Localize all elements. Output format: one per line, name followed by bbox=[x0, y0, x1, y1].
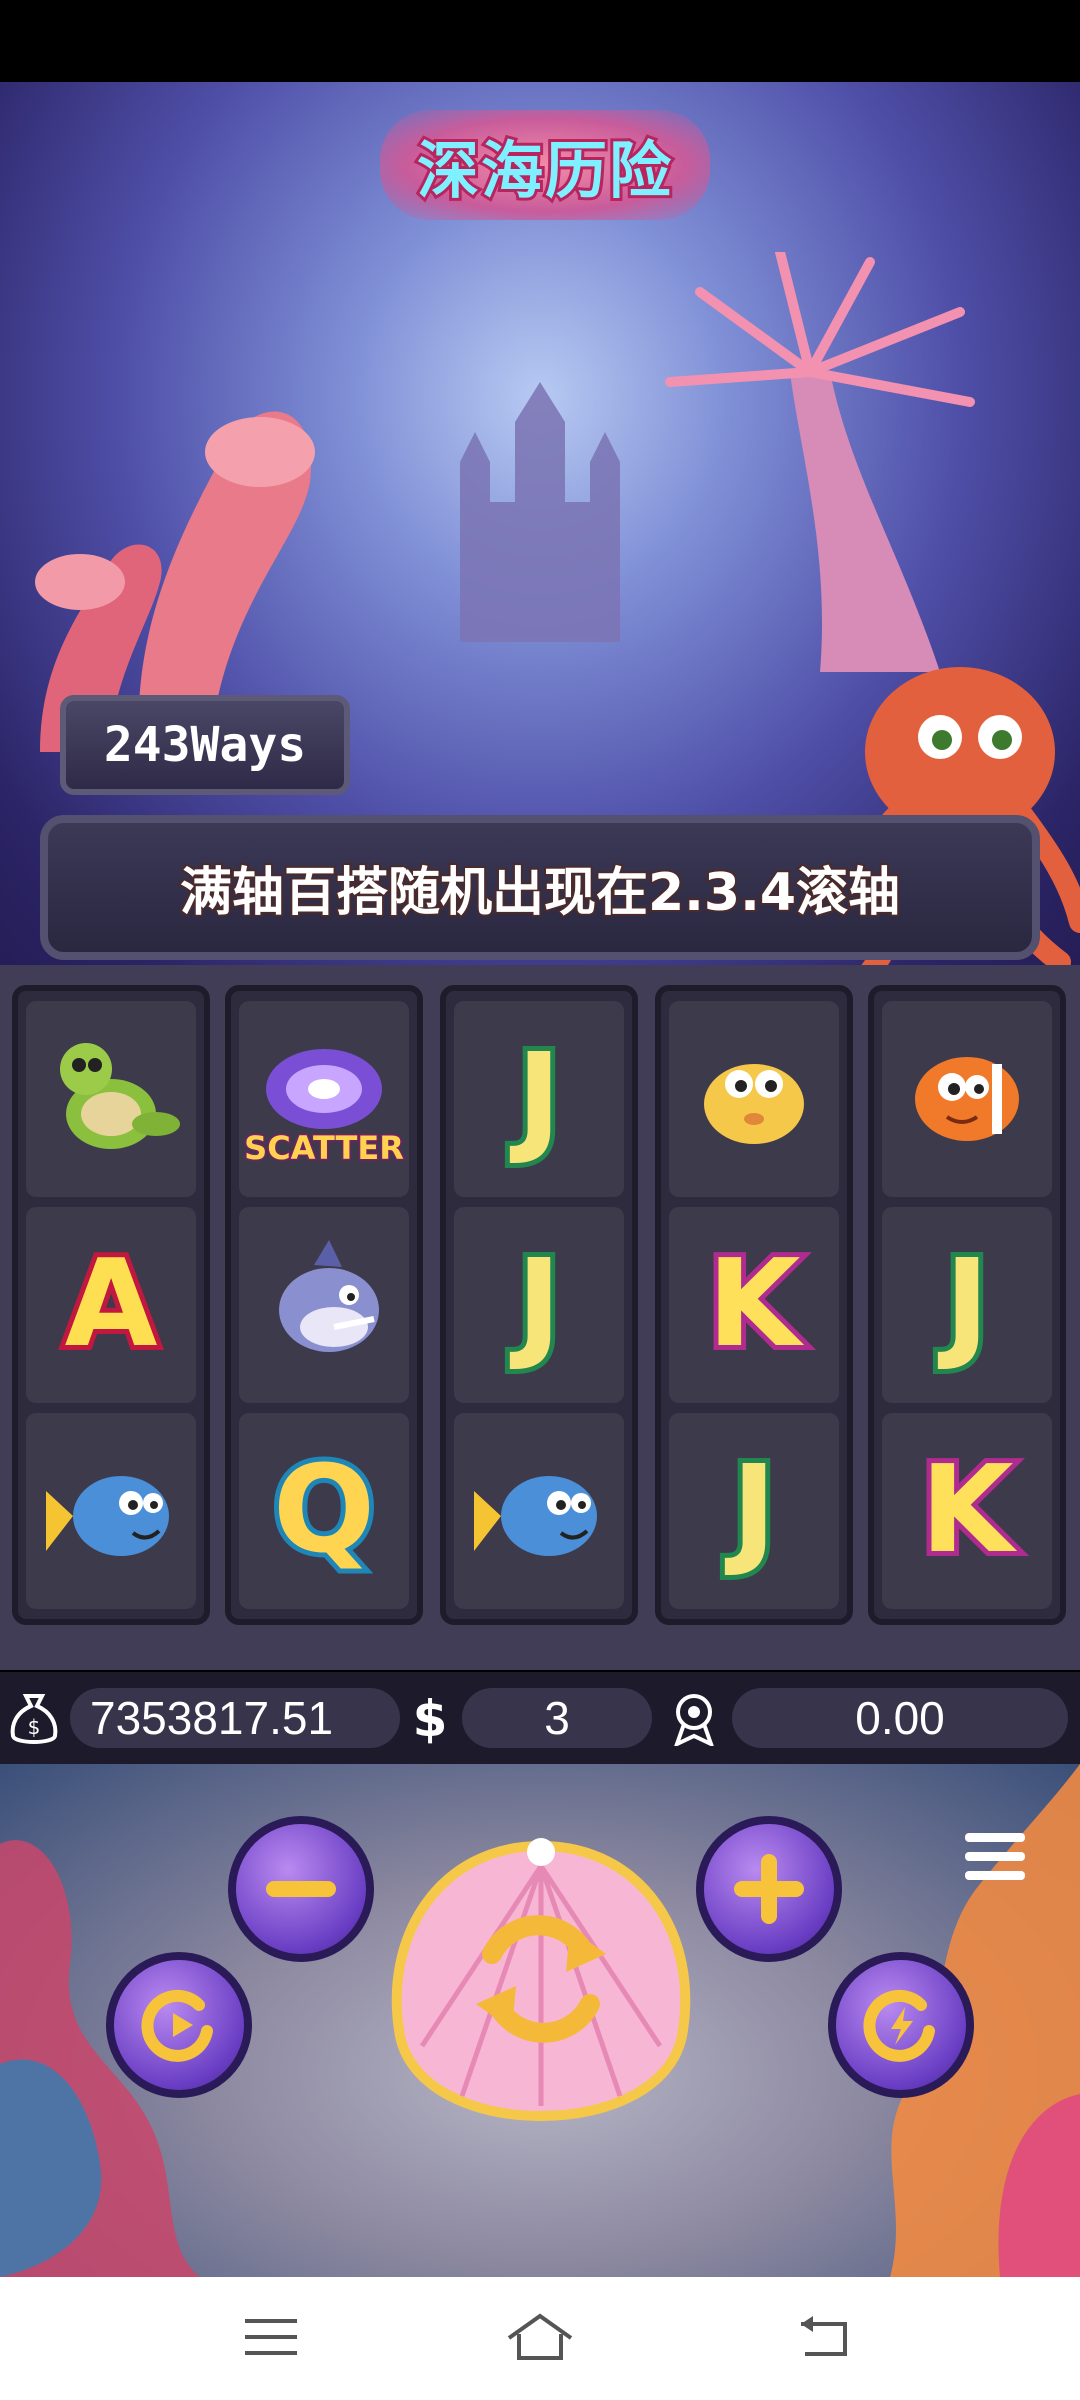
autoplay-button[interactable] bbox=[106, 1952, 252, 2098]
reel-area: A SCATTER Q J J K J J K bbox=[0, 965, 1080, 1670]
home-icon bbox=[507, 2313, 573, 2360]
menu-icon bbox=[965, 1833, 1025, 1880]
recent-apps-icon bbox=[245, 2319, 297, 2355]
reel-4-cell-3: J bbox=[669, 1413, 839, 1609]
ways-label: 243Ways bbox=[103, 717, 307, 773]
award-icon bbox=[664, 1686, 724, 1750]
symbol-a: A bbox=[60, 1235, 163, 1374]
symbol-k: K bbox=[916, 1441, 1019, 1580]
minus-icon bbox=[266, 1881, 336, 1897]
autoplay-icon bbox=[141, 1989, 213, 2062]
turtle-icon bbox=[60, 1043, 180, 1149]
bet-value: 3 bbox=[544, 1692, 570, 1744]
money-bag-icon: $ bbox=[4, 1686, 64, 1750]
decrease-bet-button[interactable] bbox=[228, 1816, 374, 1962]
blue-fish-icon bbox=[46, 1476, 169, 1556]
bet-display[interactable]: 3 bbox=[462, 1688, 652, 1748]
back-button[interactable] bbox=[790, 2307, 860, 2367]
symbol-j: J bbox=[512, 1029, 567, 1168]
reel-5: J K bbox=[868, 985, 1066, 1625]
reel-3-cell-2: J bbox=[454, 1207, 624, 1403]
increase-bet-button[interactable] bbox=[696, 1816, 842, 1962]
turbo-button[interactable] bbox=[828, 1952, 974, 2098]
reel-2: SCATTER Q bbox=[225, 985, 423, 1625]
reel-1-cell-1 bbox=[26, 1001, 196, 1197]
reel-1: A bbox=[12, 985, 210, 1625]
home-button[interactable] bbox=[505, 2307, 575, 2367]
svg-text:$: $ bbox=[413, 1690, 448, 1746]
shark-icon bbox=[279, 1240, 379, 1352]
reel-3-cell-1: J bbox=[454, 1001, 624, 1197]
balance-display: 7353817.51 bbox=[70, 1688, 400, 1748]
feature-banner-text: 满轴百搭随机出现在2.3.4滚轴 bbox=[178, 861, 902, 925]
spin-arrows-icon bbox=[476, 1915, 606, 2043]
reel-2-cell-2 bbox=[239, 1207, 409, 1403]
reel-4: K J bbox=[655, 985, 853, 1625]
symbol-j: J bbox=[727, 1441, 782, 1580]
recent-apps-button[interactable] bbox=[236, 2307, 306, 2367]
reel-1-cell-3 bbox=[26, 1413, 196, 1609]
scatter-label: SCATTER bbox=[243, 1128, 406, 1169]
pufferfish-icon bbox=[704, 1064, 804, 1144]
balance-value: 7353817.51 bbox=[90, 1692, 334, 1744]
reel-5-cell-2: J bbox=[882, 1207, 1052, 1403]
symbol-j: J bbox=[512, 1235, 567, 1374]
reel-4-cell-1 bbox=[669, 1001, 839, 1197]
back-icon bbox=[801, 2316, 847, 2356]
reel-3-cell-3 bbox=[454, 1413, 624, 1609]
reel-2-cell-1: SCATTER bbox=[239, 1001, 409, 1197]
reel-1-cell-2: A bbox=[26, 1207, 196, 1403]
sea-anemone-decoration bbox=[665, 252, 975, 672]
reel-3: J J bbox=[440, 985, 638, 1625]
feature-banner: 满轴百搭随机出现在2.3.4滚轴 bbox=[40, 815, 1040, 960]
info-bar: $ 7353817.51 $ 3 0.00 bbox=[0, 1672, 1080, 1764]
blue-fish-icon bbox=[474, 1476, 597, 1556]
svg-text:$: $ bbox=[28, 1715, 41, 1739]
win-value: 0.00 bbox=[855, 1692, 945, 1744]
reel-5-cell-1 bbox=[882, 1001, 1052, 1197]
menu-button[interactable] bbox=[960, 1822, 1030, 1892]
turbo-icon bbox=[863, 1989, 935, 2062]
symbol-q: Q bbox=[268, 1441, 380, 1580]
game-logo: 深海历险 bbox=[380, 110, 710, 220]
game-logo-text: 深海历险 bbox=[414, 131, 674, 210]
control-panel bbox=[0, 1764, 1080, 2277]
clownfish-icon bbox=[915, 1057, 1019, 1141]
win-display: 0.00 bbox=[732, 1688, 1068, 1748]
symbol-j: J bbox=[940, 1235, 995, 1374]
dollar-icon: $ bbox=[400, 1686, 460, 1750]
reel-4-cell-2: K bbox=[669, 1207, 839, 1403]
reel-2-cell-3: Q bbox=[239, 1413, 409, 1609]
castle-decoration bbox=[460, 382, 620, 642]
spin-button[interactable] bbox=[382, 1826, 700, 2126]
reel-5-cell-3: K bbox=[882, 1413, 1052, 1609]
coral-left-decoration bbox=[35, 411, 315, 752]
ways-plate: 243Ways bbox=[60, 695, 350, 795]
status-bar bbox=[0, 0, 1080, 82]
system-navigation-bar bbox=[0, 2277, 1080, 2400]
symbol-k: K bbox=[703, 1235, 806, 1374]
plus-icon bbox=[734, 1854, 804, 1924]
